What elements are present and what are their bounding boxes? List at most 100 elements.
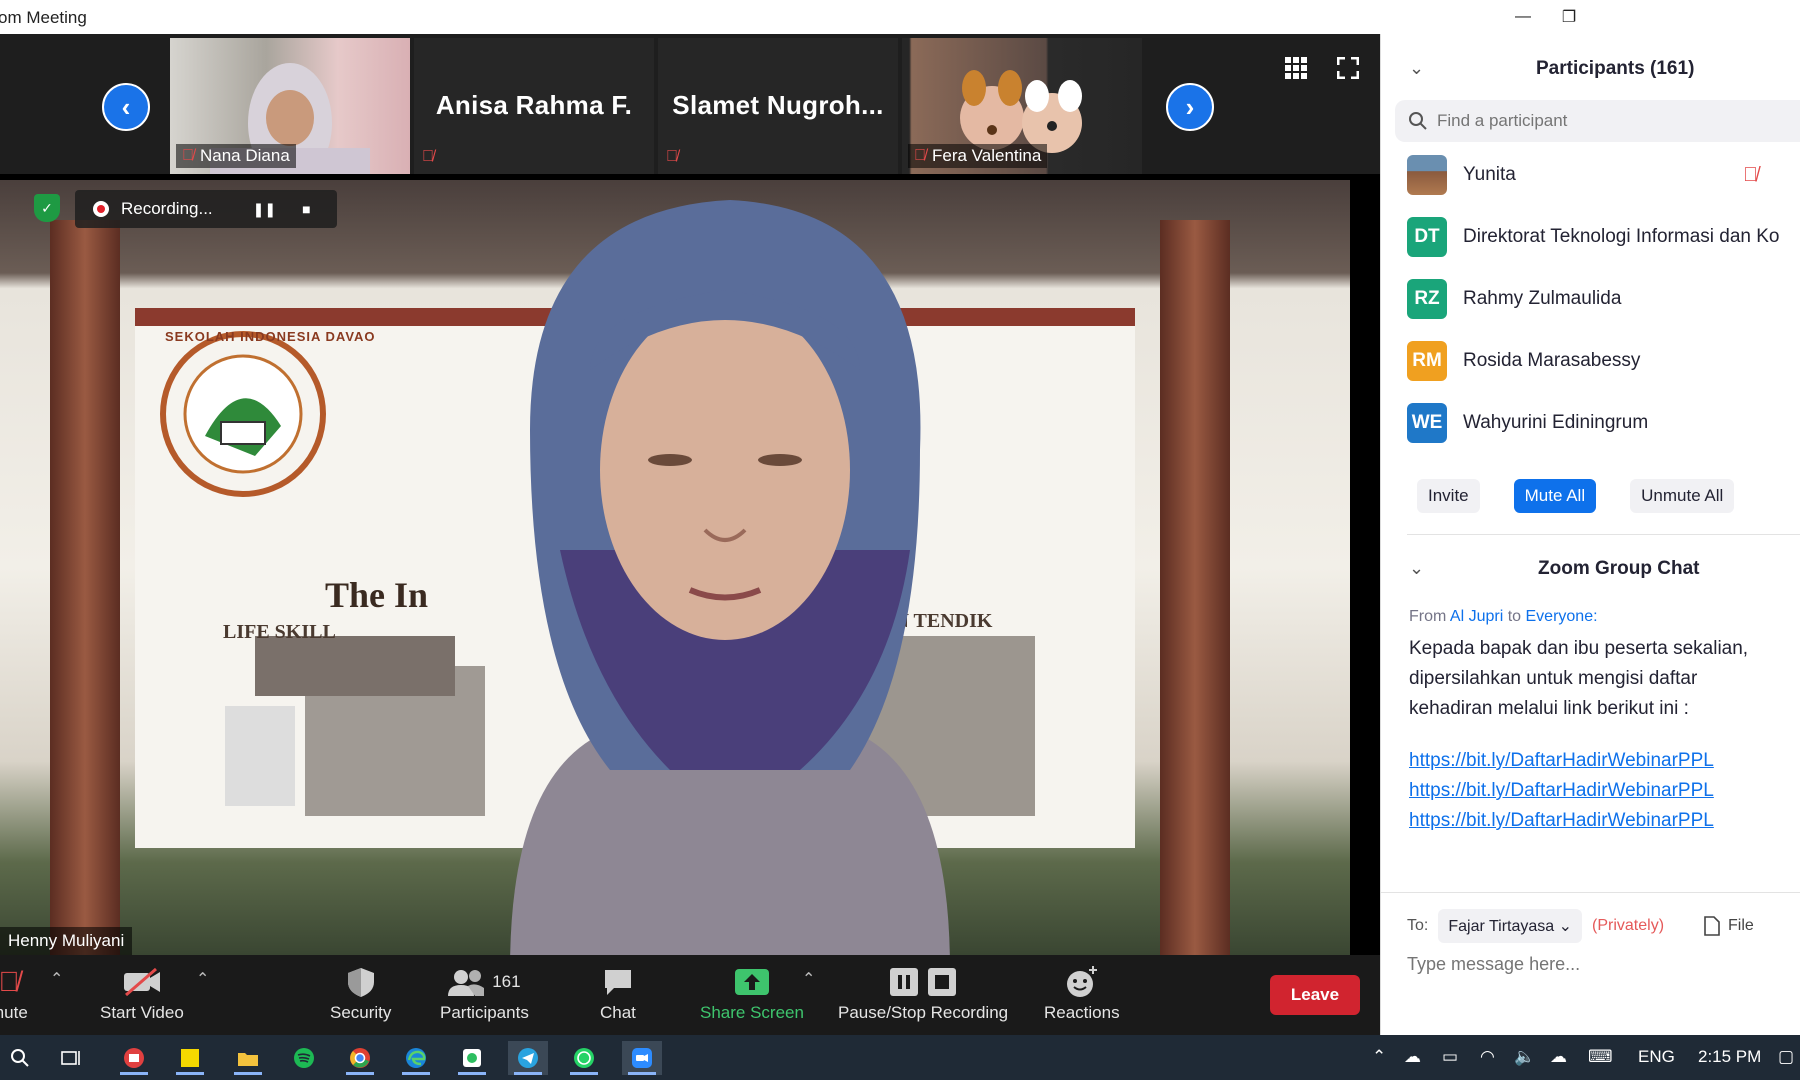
participants-icon-group: 161 [448,963,521,1001]
security-label: Security [330,1003,392,1022]
chat-button[interactable]: Chat [600,963,636,1023]
pillar-right [1160,220,1230,955]
wifi-icon[interactable]: ◠ [1480,1047,1495,1067]
task-view-icon[interactable] [52,1041,92,1075]
chat-message: From Al Jupri to Everyone: Kepada bapak … [1409,608,1769,836]
participant-row[interactable]: DT Direktorat Teknologi Informasi dan Ko [1381,206,1800,268]
mic-muted-icon: 🎙̸ [182,147,194,164]
participants-count: 161 [492,972,521,991]
chat-title: Zoom Group Chat [1538,558,1700,579]
minimize-button[interactable]: — [1500,2,1546,32]
mute-all-button[interactable]: Mute All [1513,479,1597,513]
chat-header: ⌄ Zoom Group Chat [1381,552,1800,588]
edge-icon[interactable] [396,1041,436,1075]
clock[interactable]: 2:15 PM [1698,1047,1761,1067]
file-label: File [1728,917,1754,934]
file-button[interactable]: File [1704,916,1754,936]
participant-row[interactable]: Yunita 🎙̸ [1381,144,1800,206]
chat-footer-divider [1381,892,1800,893]
smiley-plus-icon [1065,963,1099,1001]
notifications-icon[interactable]: ▢ [1778,1047,1794,1067]
mic-muted-icon: 🎙̸ [0,966,20,997]
gallery-view-button[interactable] [1276,48,1316,88]
audio-options-caret-icon[interactable]: ⌃ [50,969,63,989]
leave-button[interactable]: Leave [1270,975,1360,1015]
windows-taskbar: ⌃ ☁ ▭ ◠ 🔈 ☁ ⌨ ENG 2:15 PM ▢ [0,1035,1800,1080]
mail-app-icon[interactable] [114,1041,154,1075]
whatsapp-icon[interactable] [564,1041,604,1075]
participant-avatar: RZ [1407,279,1447,319]
thumbnail-name: Anisa Rahma F. [435,90,633,120]
participant-actions: Invite Mute All Unmute All [1417,479,1735,513]
participant-name: Yunita [1463,164,1516,185]
recording-label: Recording... [121,199,213,218]
participants-label: Participants [440,1003,529,1022]
unmute-all-button[interactable]: Unmute All [1630,479,1735,513]
chat-to-word: to [1507,608,1522,625]
fullscreen-button[interactable] [1328,48,1368,88]
evernote-icon[interactable] [452,1041,492,1075]
sticky-notes-icon[interactable] [170,1041,210,1075]
chat-sender[interactable]: Al Jupri [1450,608,1503,625]
speaker-figure [510,200,950,955]
spotify-icon[interactable] [284,1041,324,1075]
participant-row[interactable]: WE Wahyurini Ediningrum [1381,392,1800,454]
search-icon[interactable] [0,1041,40,1075]
pause-recording-icon[interactable]: ❚❚ [253,201,276,218]
recipient-select[interactable]: Fajar Tirtayasa ⌄ [1438,909,1583,943]
participant-row[interactable]: RZ Rahmy Zulmaulida [1381,268,1800,330]
pause-stop-recording-button[interactable]: Pause/Stop Recording [838,963,1008,1023]
participant-search[interactable] [1395,100,1800,142]
restore-button[interactable]: ❐ [1546,2,1592,32]
show-hidden-icons-chevron-icon[interactable]: ⌃ [1372,1047,1386,1067]
mute-button[interactable]: 🎙̸ mute [0,963,28,1023]
participant-avatar: DT [1407,217,1447,257]
share-options-caret-icon[interactable]: ⌃ [802,969,815,989]
chat-link[interactable]: https://bit.ly/DaftarHadirWebinarPPL [1409,746,1769,776]
video-options-caret-icon[interactable]: ⌃ [196,969,209,989]
to-label: To: [1407,917,1429,934]
encryption-shield-icon[interactable]: ✓ [34,194,60,222]
share-screen-button[interactable]: Share Screen [700,963,804,1023]
thumbnail-video[interactable]: Slamet Nugroh... 🎙̸ [658,38,898,174]
share-screen-label: Share Screen [700,1003,804,1022]
security-button[interactable]: Security [330,963,391,1023]
thumbnail-video[interactable]: 🎙̸ Nana Diana [170,38,410,174]
onedrive-upload-icon[interactable]: ☁ [1550,1047,1567,1067]
collapse-chat-chevron-icon[interactable]: ⌄ [1409,558,1424,579]
chevron-down-icon: ⌄ [1558,918,1573,935]
thumbnail-video[interactable]: Anisa Rahma F. 🎙̸ [414,38,654,174]
start-video-button[interactable]: Start Video [100,963,184,1023]
thumbnail-video[interactable]: 🎙̸ Fera Valentina [902,38,1142,174]
invite-button[interactable]: Invite [1417,479,1480,513]
language-indicator[interactable]: ENG [1638,1047,1675,1067]
cloud-sync-icon[interactable]: ☁ [1404,1047,1421,1067]
mute-label: mute [0,1003,28,1022]
zoom-app-icon[interactable] [622,1041,662,1075]
prev-page-button[interactable]: ‹ [102,83,150,131]
telegram-icon[interactable] [508,1041,548,1075]
reactions-button[interactable]: Reactions [1044,963,1120,1023]
participant-search-input[interactable] [1437,111,1737,131]
next-page-button[interactable]: › [1166,83,1214,131]
thumbnail-name: Nana Diana [200,146,290,165]
participant-avatar [1407,155,1447,195]
file-explorer-icon[interactable] [228,1041,268,1075]
file-icon [1704,916,1720,936]
participant-name: Wahyurini Ediningrum [1463,412,1649,433]
thumbnail-strip: ‹ 🎙̸ Nana Diana Anisa Rahma F. 🎙̸ Slamet [0,34,1380,174]
keyboard-icon[interactable]: ⌨ [1588,1047,1613,1067]
participant-avatar: RM [1407,341,1447,381]
chrome-icon[interactable] [340,1041,380,1075]
participant-row[interactable]: RM Rosida Marasabessy [1381,330,1800,392]
battery-icon[interactable]: ▭ [1442,1047,1458,1067]
chat-message-input[interactable] [1407,954,1787,975]
banner-caption-left: LIFE SKILL [223,621,336,643]
collapse-participants-chevron-icon[interactable]: ⌄ [1409,58,1424,79]
chat-from-prefix: From [1409,608,1447,625]
chat-link[interactable]: https://bit.ly/DaftarHadirWebinarPPL [1409,776,1769,806]
stop-recording-icon[interactable]: ■ [302,201,310,217]
participants-button[interactable]: 161 Participants [440,963,529,1023]
volume-icon[interactable]: 🔈 [1514,1047,1535,1067]
chat-link[interactable]: https://bit.ly/DaftarHadirWebinarPPL [1409,806,1769,836]
